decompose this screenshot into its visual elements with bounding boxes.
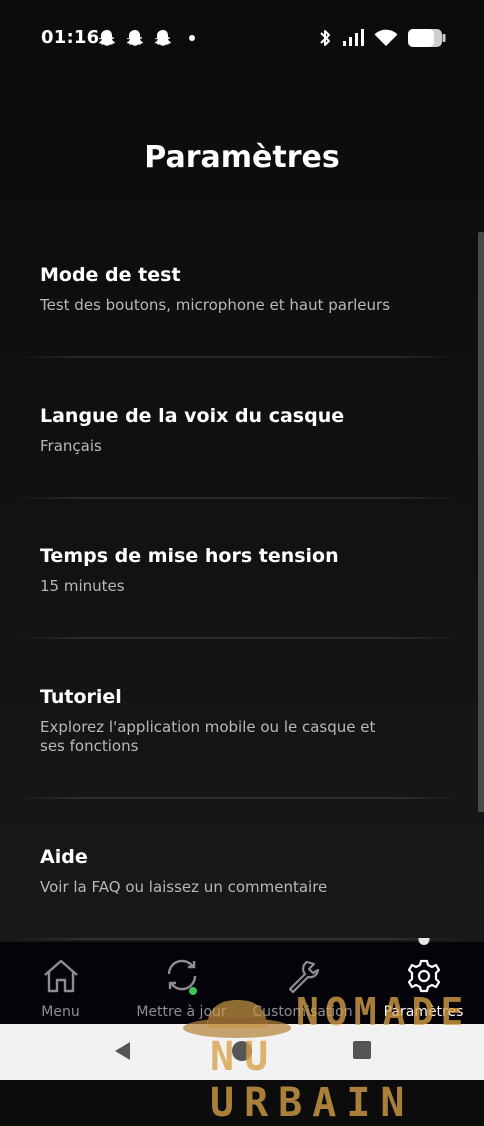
system-status-icons [318,28,446,48]
nav-label: Customisation [252,1004,353,1020]
active-indicator [418,938,429,945]
signal-icon [343,29,364,46]
nav-item-update[interactable]: Mettre à jour [121,942,242,1024]
app-screen: 01:16 Paramètres Mode de test Test des b… [0,0,484,1126]
wrench-icon [288,960,319,994]
divider [14,497,462,499]
scrollbar[interactable] [478,232,484,812]
setting-title: Aide [40,846,88,868]
battery-icon [408,29,446,47]
recents-icon[interactable] [352,1040,372,1060]
status-time: 01:16 [41,27,100,48]
dot-icon [189,35,195,41]
page-title: Paramètres [144,140,340,175]
setting-subtitle: Voir la FAQ ou laissez un commentaire [40,878,328,896]
setting-subtitle: Test des boutons, microphone et haut par… [40,296,391,314]
setting-tutorial[interactable]: Tutoriel Explorez l'application mobile o… [0,686,444,756]
divider [14,797,462,799]
setting-subtitle: 15 minutes [40,577,125,595]
setting-title: Temps de mise hors tension [40,545,339,567]
home-icon [43,959,78,993]
setting-subtitle: Explorez l'application mobile ou le casq… [40,718,376,755]
nav-label: Paramètres [383,1004,464,1020]
bottom-nav: Menu Mettre à jour Customisation Paramèt… [0,938,484,1024]
nav-label: Mettre à jour [136,1004,227,1020]
system-nav-bar [0,1024,484,1080]
back-icon[interactable] [112,1040,132,1062]
divider [14,637,462,639]
setting-voice-language[interactable]: Langue de la voix du casque Français [0,405,404,456]
nav-item-customisation[interactable]: Customisation [242,942,363,1024]
snapchat-ghost-icon [154,30,171,46]
nav-item-menu[interactable]: Menu [0,942,121,1024]
update-badge [189,987,197,995]
snapchat-ghost-icon [126,30,143,46]
divider [14,356,462,358]
nav-label: Menu [41,1004,80,1020]
home-circle-icon[interactable] [231,1040,253,1062]
setting-title: Mode de test [40,264,181,286]
snapchat-ghost-icon [98,30,115,46]
setting-power-off-time[interactable]: Temps de mise hors tension 15 minutes [0,545,399,596]
notification-icons [97,28,195,48]
nav-item-settings[interactable]: Paramètres [363,938,484,1024]
divider [14,938,462,940]
gear-icon [407,959,440,993]
setting-title: Tutoriel [40,686,122,708]
setting-title: Langue de la voix du casque [40,405,345,427]
setting-test-mode[interactable]: Mode de test Test des boutons, microphon… [0,264,450,315]
status-bar: 01:16 [0,0,484,80]
wifi-icon [374,29,398,46]
setting-subtitle: Français [40,437,102,455]
bluetooth-icon [320,30,330,46]
setting-help[interactable]: Aide Voir la FAQ ou laissez un commentai… [0,846,387,897]
